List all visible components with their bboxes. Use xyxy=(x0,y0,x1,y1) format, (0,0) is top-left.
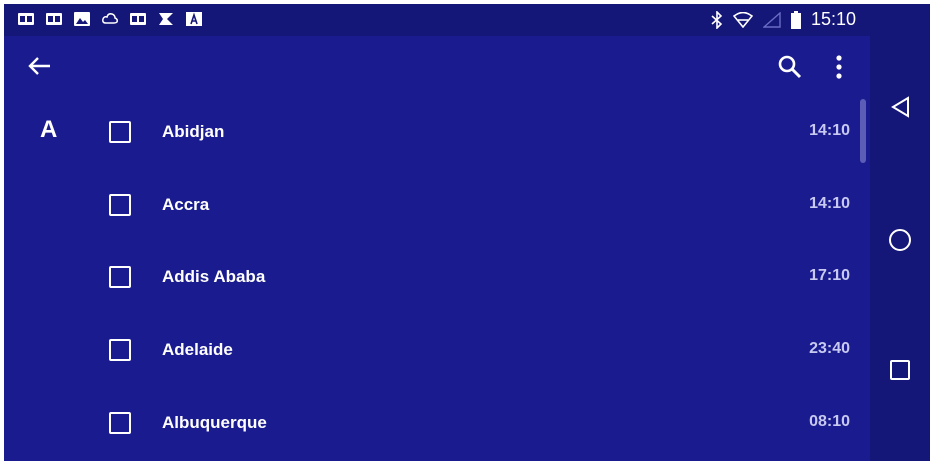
arrow-back-icon[interactable] xyxy=(24,51,54,81)
city-checkbox[interactable] xyxy=(109,194,131,216)
list-item[interactable]: Addis Ababa 17:10 xyxy=(4,239,870,311)
list-scrollbar[interactable] xyxy=(860,99,866,163)
city-checkbox[interactable] xyxy=(109,266,131,288)
notification-icons xyxy=(18,12,202,26)
outlook-icon xyxy=(130,13,146,25)
list-item[interactable]: Adelaide 23:40 xyxy=(4,312,870,384)
system-status: 15:10 xyxy=(711,9,856,30)
more-vert-icon[interactable] xyxy=(829,52,849,82)
nav-recents-icon[interactable] xyxy=(889,359,911,381)
system-nav-bar xyxy=(870,4,930,461)
timezone-list: A Abidjan 14:10 Accra 14:10 Addis Ababa … xyxy=(4,94,870,461)
city-time: 23:40 xyxy=(809,340,850,357)
outlook-icon xyxy=(46,13,62,25)
list-item[interactable]: A Abidjan 14:10 xyxy=(4,94,870,166)
city-checkbox[interactable] xyxy=(109,121,131,143)
city-name: Addis Ababa xyxy=(162,267,266,286)
city-name: Adelaide xyxy=(162,340,233,359)
nav-home-icon[interactable] xyxy=(888,228,912,252)
list-item[interactable]: Accra 14:10 xyxy=(4,167,870,239)
signal-icon xyxy=(762,11,781,28)
battery-icon xyxy=(790,10,801,29)
city-checkbox[interactable] xyxy=(109,339,131,361)
bluetooth-icon xyxy=(711,10,723,29)
list-item[interactable]: Albuquerque 08:10 xyxy=(4,385,870,457)
image-icon xyxy=(74,12,90,26)
status-bar: 15:10 xyxy=(4,4,870,36)
city-time: 17:10 xyxy=(809,267,850,284)
city-time: 08:10 xyxy=(809,413,850,430)
city-time: 14:10 xyxy=(809,122,850,139)
city-name: Albuquerque xyxy=(162,413,267,432)
cloud-icon xyxy=(102,13,118,24)
section-letter: A xyxy=(40,116,58,143)
app-toolbar xyxy=(4,36,870,94)
city-time: 14:10 xyxy=(809,195,850,212)
city-name: Accra xyxy=(162,195,210,214)
font-icon xyxy=(186,12,202,26)
nav-back-icon[interactable] xyxy=(890,96,912,118)
wifi-icon xyxy=(732,11,753,28)
flag-icon xyxy=(159,13,173,25)
city-name: Abidjan xyxy=(162,122,225,141)
search-icon[interactable] xyxy=(775,52,805,82)
city-checkbox[interactable] xyxy=(109,412,131,434)
status-clock: 15:10 xyxy=(810,9,856,29)
outlook-icon xyxy=(18,13,34,25)
app-frame: 15:10 A Abidjan 14:10 Accra 14:10 Addis … xyxy=(4,4,930,461)
